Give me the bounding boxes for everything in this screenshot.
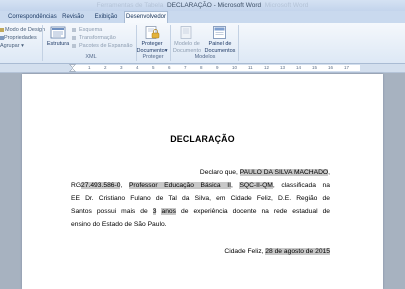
paragraph-line-5: ensino do Estado de São Paulo. xyxy=(71,221,167,228)
design-mode-button[interactable]: Modo de Design xyxy=(5,27,45,34)
job-title: Professor Educação Básica II xyxy=(128,182,231,189)
window-title: Ferramentas de Tabela DECLARAÇÃO - Micro… xyxy=(0,0,405,11)
ruler-number: 6 xyxy=(168,65,171,70)
ribbon: Modo de Design Propriedades Agrupar ▾ Es… xyxy=(0,23,405,64)
structure-icon xyxy=(50,26,66,39)
properties-button[interactable]: Propriedades xyxy=(4,35,37,42)
document-template-icon xyxy=(180,26,192,39)
schema-icon xyxy=(72,28,76,32)
indent-marker-icon[interactable] xyxy=(69,64,76,72)
paragraph-line-2: RG27.493.586-0, Professor Educação Básic… xyxy=(71,180,330,191)
document-template-label-1: Modelo de xyxy=(174,41,200,47)
paragraph-line-1: Declaro que, PAULO DA SILVA MACHADO, xyxy=(71,167,330,178)
ruler-number: 4 xyxy=(136,65,139,70)
xml-group-label: XML xyxy=(85,54,97,60)
ruler-number: 17 xyxy=(344,65,350,70)
date-line: Cidade Feliz, 28 de agosto de 2015 xyxy=(71,246,330,257)
ruler-number: 16 xyxy=(328,65,334,70)
document-title: DECLARAÇÃO xyxy=(170,134,235,144)
horizontal-ruler[interactable]: 1 2 3 4 5 6 7 8 9 10 11 12 13 14 15 16 17 xyxy=(0,64,405,73)
paragraph-line-3: EE Dr. Cristiano Fulano de Tal da Silva,… xyxy=(71,195,330,202)
expansion-packs-icon xyxy=(72,44,76,48)
person-name: PAULO DA SILVA MACHADO xyxy=(239,169,329,176)
protect-document-icon xyxy=(145,26,160,39)
document-panel-label-1: Painel de xyxy=(208,41,232,47)
line2-sep-2: , xyxy=(230,182,233,189)
group-separator xyxy=(238,25,239,61)
chevron-down-icon: ▾ xyxy=(164,47,168,54)
ruler-number: 14 xyxy=(296,65,302,70)
tab-revisao[interactable]: Revisão xyxy=(60,12,86,23)
rg-number: 27.493.586-0 xyxy=(81,182,121,189)
ruler-number: 3 xyxy=(120,65,123,70)
ruler-number: 10 xyxy=(232,65,238,70)
tab-exibicao[interactable]: Exibição xyxy=(92,12,120,23)
ribbon-tabs: Correspondências Revisão Exibição Desenv… xyxy=(0,11,405,24)
registration-code: SQC-II-QM xyxy=(239,182,273,189)
protect-document-button[interactable]: Proteger Documento▾ xyxy=(136,41,168,54)
app-title-suffix: Microsoft Word xyxy=(264,2,309,9)
contextual-tab-title: Ferramentas de Tabela xyxy=(96,2,164,9)
line2-sep-1: , xyxy=(120,182,123,189)
ruler-number: 11 xyxy=(248,65,253,70)
transformation-button[interactable]: Transformação xyxy=(79,35,116,42)
paragraph-line-4: Santos possui mais de 3 anos de experiên… xyxy=(71,206,330,217)
chevron-down-icon: ▾ xyxy=(21,43,24,49)
ruler-number: 13 xyxy=(280,65,286,70)
structure-button[interactable]: Estrutura xyxy=(45,41,71,48)
transformation-icon xyxy=(72,36,76,40)
document-template-button[interactable]: Modelo de Documento xyxy=(172,41,202,54)
date-value: 28 de agosto de 2015 xyxy=(265,248,330,255)
tab-correspondencias[interactable]: Correspondências xyxy=(8,12,57,23)
ruler-number: 15 xyxy=(312,65,318,70)
ruler-number: 7 xyxy=(184,65,187,70)
ruler-number: 9 xyxy=(216,65,219,70)
group-button[interactable]: Agrupar ▾ xyxy=(0,43,24,50)
group-separator xyxy=(42,25,43,61)
document-panel-icon xyxy=(213,26,226,39)
rg-label: RG xyxy=(71,182,82,189)
years-unit: anos xyxy=(161,208,176,215)
expansion-packs-button[interactable]: Pacotes de Expansão xyxy=(79,43,133,50)
ruler-number: 5 xyxy=(152,65,155,70)
schema-button[interactable]: Esquema xyxy=(79,27,102,34)
document-panel-button[interactable]: Painel de Documentos xyxy=(204,41,236,54)
line4-start: Santos possui mais de xyxy=(71,208,153,215)
group-button-label: Agrupar xyxy=(0,43,20,49)
templates-group-label: Modelos xyxy=(194,54,216,60)
ruler-number: 1 xyxy=(88,65,91,70)
protect-group-label: Proteger xyxy=(142,54,164,60)
ruler-number: 12 xyxy=(264,65,270,70)
line4-end: de experiência docente na rede estadual … xyxy=(176,208,331,215)
line2-end: , classificada na xyxy=(272,182,330,189)
document-title-text: DECLARAÇÃO - Microsoft Word xyxy=(166,2,262,9)
group-separator xyxy=(170,25,171,61)
ruler-number: 8 xyxy=(200,65,203,70)
ruler-number: 2 xyxy=(104,65,107,70)
line1-end: , xyxy=(328,169,330,176)
line1-text: Declaro que, xyxy=(199,169,240,176)
date-city: Cidade Feliz, xyxy=(224,248,266,255)
document-page[interactable]: DECLARAÇÃO Declaro que, PAULO DA SILVA M… xyxy=(22,74,383,289)
